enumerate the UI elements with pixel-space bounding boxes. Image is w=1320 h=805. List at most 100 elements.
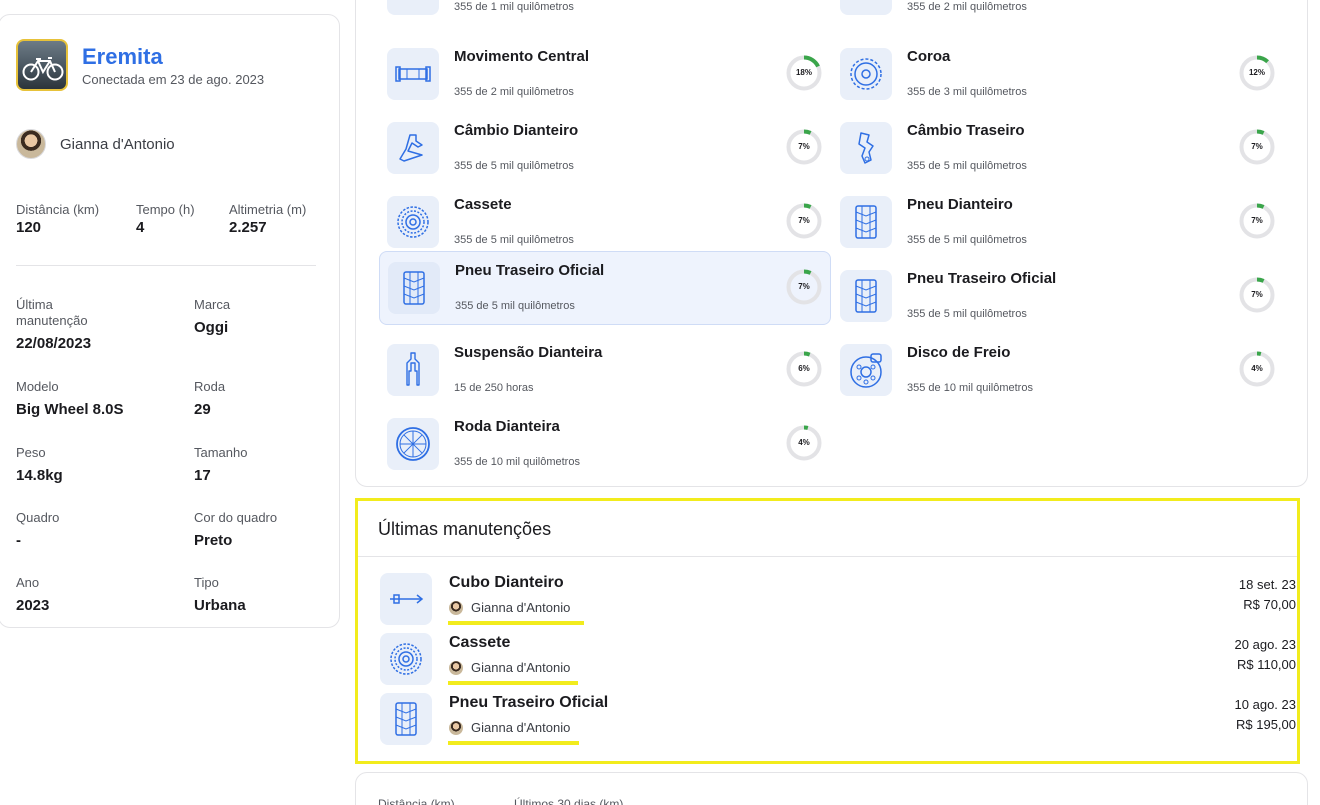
- suspension-fork-icon: [387, 344, 439, 396]
- component-cambio-dianteiro[interactable]: Câmbio Dianteiro 355 de 5 mil quilômetro…: [379, 112, 831, 184]
- component-usage: 15 de 250 horas: [454, 382, 534, 394]
- progress-ring: 6%: [785, 350, 823, 388]
- component-icon: [387, 0, 439, 15]
- progress-ring: 4%: [1238, 350, 1276, 388]
- spec-wheel: Roda 29: [194, 379, 226, 418]
- owner-row: Gianna d'Antonio: [16, 129, 175, 159]
- spec-frame: Quadro -: [16, 510, 60, 549]
- component-roda-dianteira[interactable]: Roda Dianteira 355 de 10 mil quilômetros…: [379, 408, 831, 480]
- maintenance-name: Cubo Dianteiro: [449, 574, 564, 591]
- progress-ring: 12%: [1238, 54, 1276, 92]
- avatar: [16, 129, 46, 159]
- tire-icon: [380, 693, 432, 745]
- component-title: Pneu Dianteiro: [907, 196, 1013, 213]
- spec-model: Modelo Big Wheel 8.0S: [16, 379, 124, 418]
- component-item[interactable]: 355 de 2 mil quilômetros: [832, 0, 1284, 25]
- component-suspensao-dianteira[interactable]: Suspensão Dianteira 15 de 250 horas 6%: [379, 334, 831, 406]
- component-disco-de-freio[interactable]: Disco de Freio 355 de 10 mil quilômetros…: [832, 334, 1284, 406]
- component-title: Movimento Central: [454, 48, 590, 65]
- component-usage: 355 de 3 mil quilômetros: [907, 86, 1027, 98]
- maintenance-user: Gianna d'Antonio: [449, 600, 570, 615]
- component-pneu-traseiro-oficial[interactable]: Pneu Traseiro Oficial 355 de 5 mil quilô…: [832, 260, 1284, 332]
- rear-derailleur-icon: [840, 122, 892, 174]
- component-usage: 355 de 10 mil quilômetros: [907, 382, 1033, 394]
- stat-time: Tempo (h) 4: [136, 202, 195, 236]
- maintenance-item[interactable]: Pneu Traseiro Oficial Gianna d'Antonio 1…: [378, 693, 1296, 749]
- component-title: Câmbio Dianteiro: [454, 122, 579, 139]
- component-title: Pneu Traseiro Oficial: [907, 270, 1057, 287]
- component-usage: 355 de 2 mil quilômetros: [454, 86, 574, 98]
- component-usage: 355 de 5 mil quilômetros: [454, 234, 574, 246]
- component-cambio-traseiro[interactable]: Câmbio Traseiro 355 de 5 mil quilômetros…: [832, 112, 1284, 184]
- component-title: Câmbio Traseiro: [907, 122, 1025, 139]
- component-title: Cassete: [454, 196, 512, 213]
- component-pneu-traseiro-oficial[interactable]: Pneu Traseiro Oficial 355 de 5 mil quilô…: [379, 251, 831, 325]
- progress-ring: 7%: [1238, 276, 1276, 314]
- bike-stats: Distância (km) 120 Tempo (h) 4 Altimetri…: [16, 202, 316, 236]
- tire-icon: [388, 262, 440, 314]
- connected-date: Conectada em 23 de ago. 2023: [82, 71, 265, 87]
- component-usage: 355 de 1 mil quilômetros: [454, 1, 574, 13]
- bottom-bracket-icon: [387, 48, 439, 100]
- bike-header: Eremita Conectada em 23 de ago. 2023: [16, 39, 264, 91]
- bicycle-icon: [22, 57, 64, 81]
- maintenance-name: Cassete: [449, 634, 511, 651]
- component-movimento-central[interactable]: Movimento Central 355 de 2 mil quilômetr…: [379, 38, 831, 110]
- maintenance-date-price: 20 ago. 23 R$ 110,00: [1234, 637, 1296, 672]
- component-usage: 355 de 5 mil quilômetros: [454, 160, 574, 172]
- bike-thumbnail: [16, 39, 68, 91]
- tire-icon: [840, 270, 892, 322]
- progress-ring: 7%: [785, 128, 823, 166]
- stat-elevation: Altimetria (m) 2.257: [229, 202, 307, 236]
- bike-card: Eremita Conectada em 23 de ago. 2023 Gia…: [0, 14, 340, 628]
- owner-name: Gianna d'Antonio: [60, 135, 175, 153]
- component-title: Pneu Traseiro Oficial: [455, 262, 605, 279]
- cassette-icon: [387, 196, 439, 248]
- divider: [358, 556, 1297, 557]
- spec-last-maintenance: Última manutenção 22/08/2023: [16, 297, 92, 352]
- tire-icon: [840, 196, 892, 248]
- maintenance-user: Gianna d'Antonio: [449, 720, 570, 735]
- brake-disc-icon: [840, 344, 892, 396]
- highlight-underline: [448, 741, 579, 745]
- component-usage: 355 de 10 mil quilômetros: [454, 456, 580, 468]
- cassette-icon: [380, 633, 432, 685]
- divider: [16, 265, 316, 266]
- maintenance-date-price: 10 ago. 23 R$ 195,00: [1234, 697, 1296, 732]
- component-usage: 355 de 5 mil quilômetros: [907, 234, 1027, 246]
- component-usage: 355 de 2 mil quilômetros: [907, 1, 1027, 13]
- highlight-underline: [448, 681, 578, 685]
- component-usage: 355 de 5 mil quilômetros: [907, 308, 1027, 320]
- progress-ring: 7%: [785, 202, 823, 240]
- component-cassete[interactable]: Cassete 355 de 5 mil quilômetros 7%: [379, 186, 831, 258]
- component-title: Suspensão Dianteira: [454, 344, 603, 361]
- maintenance-user: Gianna d'Antonio: [449, 660, 570, 675]
- component-coroa[interactable]: Coroa 355 de 3 mil quilômetros 12%: [832, 38, 1284, 110]
- front-hub-icon: [380, 573, 432, 625]
- section-title: Últimas manutenções: [378, 519, 552, 539]
- components-card: 355 de 1 mil quilômetros 355 de 2 mil qu…: [355, 0, 1308, 487]
- spec-weight: Peso 14.8kg: [16, 445, 63, 484]
- avatar: [449, 600, 463, 615]
- chainring-icon: [840, 48, 892, 100]
- component-usage: 355 de 5 mil quilômetros: [907, 160, 1027, 172]
- component-title: Disco de Freio: [907, 344, 1011, 361]
- progress-ring: 7%: [785, 268, 823, 306]
- spec-year: Ano 2023: [16, 575, 50, 614]
- spec-brand: Marca Oggi: [194, 297, 231, 336]
- distance-summary-card: Distância (km) Últimos 30 dias (km): [355, 772, 1308, 805]
- spec-frame-color: Cor do quadro Preto: [194, 510, 278, 549]
- component-pneu-dianteiro[interactable]: Pneu Dianteiro 355 de 5 mil quilômetros …: [832, 186, 1284, 258]
- latest-maintenance-card: Últimas manutenções Cubo Dianteiro Giann…: [355, 498, 1300, 764]
- maintenance-item[interactable]: Cubo Dianteiro Gianna d'Antonio 18 set. …: [378, 573, 1296, 629]
- avatar: [449, 720, 463, 735]
- maintenance-item[interactable]: Cassete Gianna d'Antonio 20 ago. 23 R$ 1…: [378, 633, 1296, 689]
- bike-name[interactable]: Eremita: [82, 44, 264, 70]
- last-30-days-label: Últimos 30 dias (km): [514, 797, 624, 805]
- component-icon: [840, 0, 892, 15]
- maintenance-date-price: 18 set. 23 R$ 70,00: [1238, 577, 1296, 612]
- progress-ring: 4%: [785, 424, 823, 462]
- component-usage: 355 de 5 mil quilômetros: [455, 300, 575, 312]
- distance-label: Distância (km): [378, 797, 455, 805]
- component-item[interactable]: 355 de 1 mil quilômetros: [379, 0, 831, 25]
